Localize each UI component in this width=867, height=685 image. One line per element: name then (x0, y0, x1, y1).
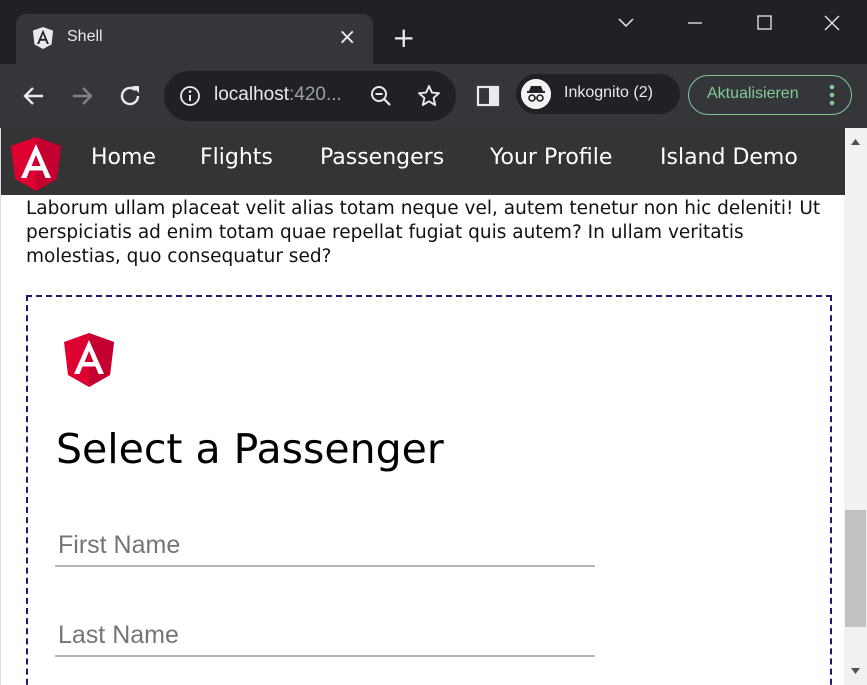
last-name-field (55, 617, 595, 657)
angular-logo-icon (64, 333, 114, 387)
browser-titlebar: Shell × + (0, 0, 867, 64)
back-arrow-icon[interactable] (18, 80, 50, 112)
new-tab-button[interactable]: + (392, 22, 415, 54)
url-text: localhost:420... (214, 84, 342, 106)
scroll-up-arrow-icon[interactable] (844, 128, 867, 156)
last-name-input[interactable] (55, 617, 595, 653)
nav-link-your-profile[interactable]: Your Profile (490, 145, 612, 170)
address-bar[interactable]: localhost:420... (164, 71, 456, 121)
zoom-icon[interactable] (369, 84, 393, 108)
tab-search-icon[interactable] (606, 10, 646, 36)
nav-link-island-demo[interactable]: Island Demo (660, 145, 798, 170)
bookmark-star-icon[interactable] (416, 83, 442, 109)
app-navbar: Home Flights Passengers Your Profile Isl… (1, 128, 845, 195)
maximize-icon[interactable] (744, 10, 784, 36)
page-viewport: Home Flights Passengers Your Profile Isl… (0, 128, 845, 685)
page-scrollbar[interactable] (844, 128, 867, 685)
forward-arrow-icon[interactable] (66, 80, 98, 112)
incognito-icon (521, 79, 551, 109)
first-name-field (55, 527, 595, 567)
close-window-icon[interactable] (812, 10, 852, 36)
minimize-icon[interactable] (675, 10, 715, 36)
page-title: Select a Passenger (56, 425, 444, 473)
nav-link-passengers[interactable]: Passengers (320, 145, 444, 170)
site-info-icon[interactable] (179, 85, 201, 107)
angular-favicon-icon (32, 27, 54, 49)
incognito-profile-button[interactable]: Inkognito (2) (516, 74, 680, 114)
island-container: Select a Passenger (26, 295, 832, 685)
nav-link-flights[interactable]: Flights (200, 145, 273, 170)
side-panel-icon[interactable] (476, 84, 500, 108)
first-name-input[interactable] (55, 527, 595, 563)
browser-tab[interactable]: Shell × (16, 14, 373, 64)
url-port: :420... (289, 84, 342, 105)
browser-toolbar: localhost:420... Inkognito (2) Aktualisi… (0, 64, 867, 128)
reload-icon[interactable] (114, 80, 146, 112)
tab-title: Shell (67, 28, 103, 45)
update-label: Aktualisieren (707, 85, 799, 102)
tab-close-button[interactable]: × (338, 24, 356, 52)
scrollbar-thumb[interactable] (845, 510, 866, 627)
url-host: localhost (214, 84, 289, 105)
scroll-down-arrow-icon[interactable] (844, 657, 867, 685)
lorem-paragraph: Laborum ullam placeat velit alias totam … (26, 197, 821, 267)
nav-link-home[interactable]: Home (91, 145, 156, 170)
update-button[interactable]: Aktualisieren (688, 75, 852, 115)
kebab-menu-icon[interactable] (829, 84, 835, 106)
angular-logo-icon[interactable] (10, 136, 62, 192)
incognito-label: Inkognito (2) (564, 84, 653, 101)
